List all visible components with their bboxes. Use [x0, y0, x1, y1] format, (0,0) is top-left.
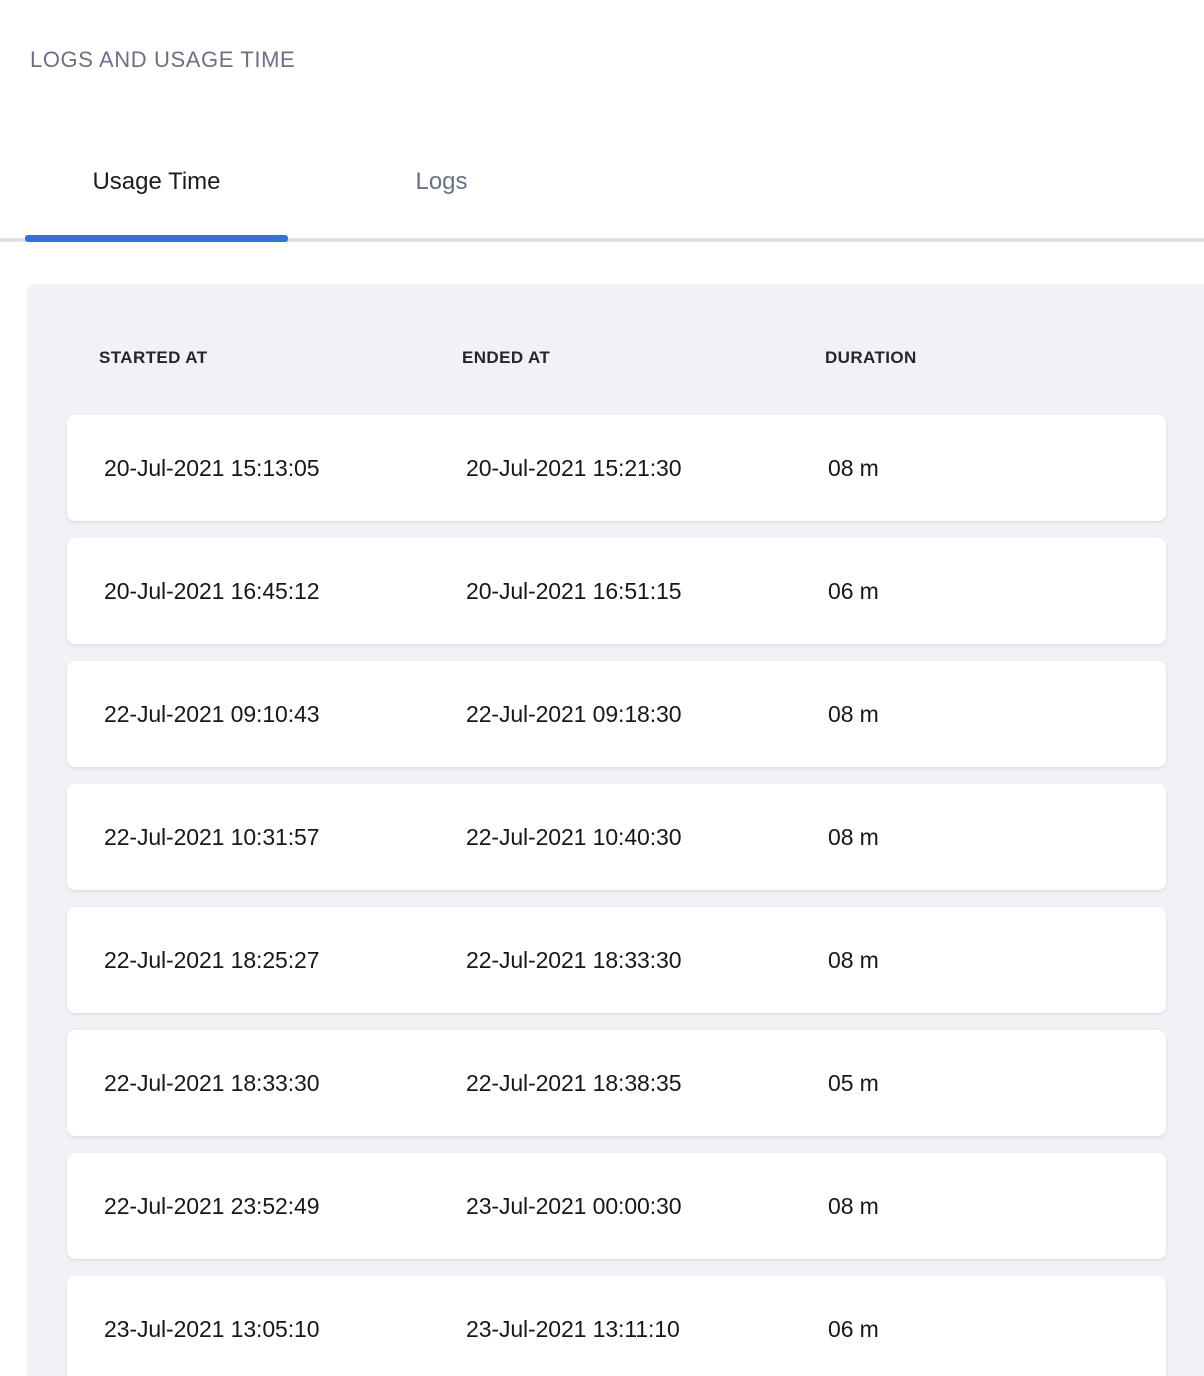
tab-logs[interactable]: Logs [310, 167, 573, 238]
table-body: 20-Jul-2021 15:13:05 20-Jul-2021 15:21:3… [27, 415, 1204, 1376]
cell-ended-at: 23-Jul-2021 13:11:10 [466, 1316, 828, 1343]
cell-started-at: 22-Jul-2021 10:31:57 [104, 824, 466, 851]
table-row: 22-Jul-2021 10:31:57 22-Jul-2021 10:40:3… [67, 784, 1166, 890]
cell-duration: 08 m [828, 824, 1166, 851]
cell-started-at: 22-Jul-2021 09:10:43 [104, 701, 466, 728]
cell-duration: 08 m [828, 947, 1166, 974]
cell-started-at: 22-Jul-2021 23:52:49 [104, 1193, 466, 1220]
cell-started-at: 20-Jul-2021 16:45:12 [104, 578, 466, 605]
table-row: 22-Jul-2021 09:10:43 22-Jul-2021 09:18:3… [67, 661, 1166, 767]
tab-usage-time-label: Usage Time [92, 168, 220, 195]
table-row: 20-Jul-2021 16:45:12 20-Jul-2021 16:51:1… [67, 538, 1166, 644]
column-header-duration: DURATION [825, 346, 1204, 370]
cell-ended-at: 22-Jul-2021 10:40:30 [466, 824, 828, 851]
page-title: LOGS AND USAGE TIME [30, 46, 1204, 74]
table-row: 22-Jul-2021 18:33:30 22-Jul-2021 18:38:3… [67, 1030, 1166, 1136]
tab-bar: Usage Time Logs [0, 167, 1204, 242]
cell-started-at: 20-Jul-2021 15:13:05 [104, 455, 466, 482]
cell-ended-at: 22-Jul-2021 18:38:35 [466, 1070, 828, 1097]
cell-ended-at: 23-Jul-2021 00:00:30 [466, 1193, 828, 1220]
table-row: 23-Jul-2021 13:05:10 23-Jul-2021 13:11:1… [67, 1276, 1166, 1376]
column-header-ended-at: ENDED AT [462, 346, 825, 370]
cell-started-at: 22-Jul-2021 18:25:27 [104, 947, 466, 974]
table-row: 20-Jul-2021 15:13:05 20-Jul-2021 15:21:3… [67, 415, 1166, 521]
cell-ended-at: 20-Jul-2021 15:21:30 [466, 455, 828, 482]
cell-started-at: 22-Jul-2021 18:33:30 [104, 1070, 466, 1097]
table-row: 22-Jul-2021 18:25:27 22-Jul-2021 18:33:3… [67, 907, 1166, 1013]
cell-duration: 06 m [828, 1316, 1166, 1343]
cell-duration: 05 m [828, 1070, 1166, 1097]
logs-usage-page: LOGS AND USAGE TIME Usage Time Logs STAR… [0, 46, 1204, 1376]
table-header-row: STARTED AT ENDED AT DURATION [27, 346, 1204, 370]
cell-ended-at: 22-Jul-2021 18:33:30 [466, 947, 828, 974]
tab-logs-label: Logs [415, 168, 467, 195]
cell-duration: 08 m [828, 1193, 1166, 1220]
cell-ended-at: 20-Jul-2021 16:51:15 [466, 578, 828, 605]
active-tab-indicator [25, 235, 288, 242]
cell-ended-at: 22-Jul-2021 09:18:30 [466, 701, 828, 728]
cell-duration: 08 m [828, 455, 1166, 482]
cell-started-at: 23-Jul-2021 13:05:10 [104, 1316, 466, 1343]
usage-time-table: STARTED AT ENDED AT DURATION 20-Jul-2021… [27, 284, 1204, 1376]
column-header-started-at: STARTED AT [99, 346, 462, 370]
table-row: 22-Jul-2021 23:52:49 23-Jul-2021 00:00:3… [67, 1153, 1166, 1259]
tab-usage-time[interactable]: Usage Time [25, 167, 288, 238]
cell-duration: 08 m [828, 701, 1166, 728]
cell-duration: 06 m [828, 578, 1166, 605]
